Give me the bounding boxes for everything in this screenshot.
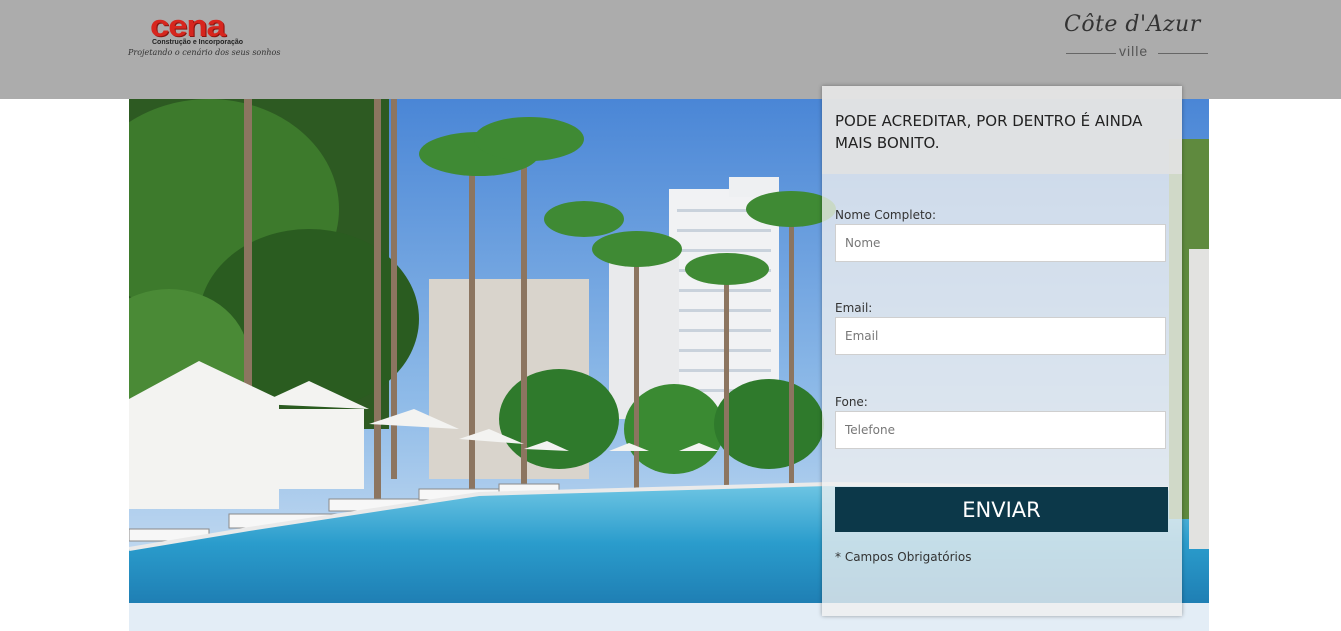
phone-input[interactable] — [835, 411, 1166, 449]
cena-logo-wordmark: cena — [150, 8, 226, 43]
phone-label: Fone: — [835, 395, 868, 409]
form-header: PODE ACREDITAR, POR DENTRO É AINDA MAIS … — [822, 86, 1182, 174]
logo-rule-right — [1158, 53, 1208, 54]
required-fields-note: * Campos Obrigatórios — [835, 550, 972, 564]
submit-button[interactable]: ENVIAR — [835, 487, 1168, 532]
cote-dazur-ville: ville — [1119, 43, 1149, 59]
cena-logo-tagline: Projetando o cenário dos seus sonhos — [128, 48, 281, 57]
name-label: Nome Completo: — [835, 208, 937, 222]
form-title: PODE ACREDITAR, POR DENTRO É AINDA MAIS … — [835, 112, 1143, 152]
cena-logo[interactable]: cena Construção e Incorporação Projetand… — [128, 8, 280, 62]
site-header: cena Construção e Incorporação Projetand… — [0, 0, 1341, 99]
cote-dazur-logo[interactable]: Côte d'Azur ville — [1062, 12, 1212, 62]
email-label: Email: — [835, 301, 873, 315]
cote-dazur-wordmark: Côte d'Azur — [1064, 12, 1201, 37]
name-input[interactable] — [835, 224, 1166, 262]
email-input[interactable] — [835, 317, 1166, 355]
lead-form-panel: PODE ACREDITAR, POR DENTRO É AINDA MAIS … — [822, 86, 1182, 616]
logo-rule-left — [1066, 53, 1116, 54]
cena-logo-subtitle: Construção e Incorporação — [152, 39, 244, 46]
